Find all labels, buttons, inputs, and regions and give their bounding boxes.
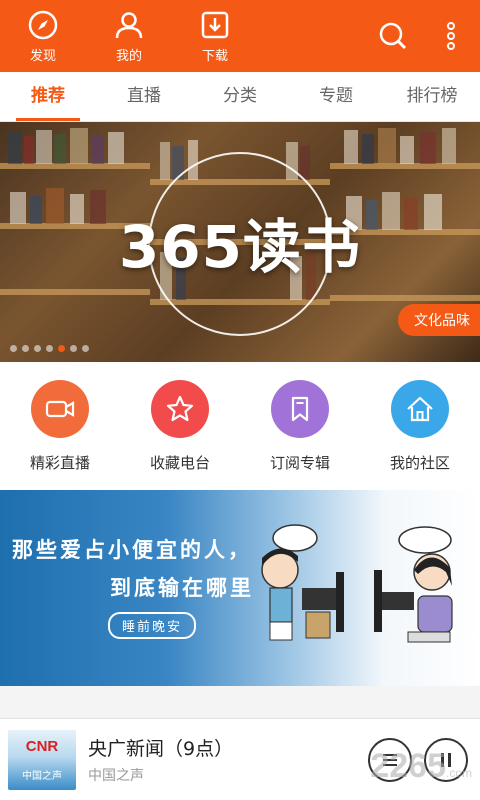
featured-banner[interactable]: 365读书 文化品味: [0, 122, 480, 362]
quick-community-circle: [391, 380, 449, 438]
tab-categories[interactable]: 分类: [192, 72, 288, 121]
quick-subscriptions-circle: [271, 380, 329, 438]
tab-recommend[interactable]: 推荐: [0, 72, 96, 121]
more-button[interactable]: [422, 0, 480, 72]
banner-tag: 文化品味: [398, 304, 480, 336]
home-icon: [407, 396, 433, 422]
promo-headline: 那些爱占小便宜的人，: [12, 538, 252, 562]
tab-topics[interactable]: 专题: [288, 72, 384, 121]
quick-actions: 精彩直播 收藏电台 订阅专辑 我的社区: [0, 362, 480, 490]
search-button[interactable]: [364, 0, 422, 72]
carousel-dot[interactable]: [82, 345, 89, 352]
site-watermark: 2265.com: [370, 747, 472, 786]
tab-live[interactable]: 直播: [96, 72, 192, 121]
nav-mine-label: 我的: [115, 48, 142, 64]
tab-rankings[interactable]: 排行榜: [384, 72, 480, 121]
nav-download-button[interactable]: 下载: [172, 0, 258, 72]
quick-subscriptions-label: 订阅专辑: [269, 454, 330, 472]
nav-discover-label: 发现: [29, 48, 56, 64]
watermark-text: 2265: [370, 747, 446, 785]
quick-live-circle: [31, 380, 89, 438]
user-icon: [115, 11, 143, 38]
carousel-dot-active[interactable]: [58, 345, 65, 352]
carousel-dot[interactable]: [34, 345, 41, 352]
quick-community-button[interactable]: 我的社区: [360, 362, 480, 490]
search-icon: [379, 22, 407, 50]
quick-community-label: 我的社区: [389, 454, 450, 472]
track-title: 央广新闻（9点）: [88, 738, 234, 760]
download-icon: [201, 11, 229, 38]
carousel-dot[interactable]: [10, 345, 17, 352]
quick-subscriptions-button[interactable]: 订阅专辑: [240, 362, 360, 490]
cover-station-name: 中国之声: [22, 770, 62, 782]
track-station: 中国之声: [88, 768, 144, 784]
star-icon: [166, 395, 194, 422]
category-tabs: 推荐 直播 分类 专题 排行榜: [0, 72, 480, 122]
promo-badge: 睡前晚安: [108, 612, 197, 639]
station-cover-art: CNR 中国之声: [8, 729, 76, 790]
quick-favorites-circle: [151, 380, 209, 438]
watermark-suffix: .com: [445, 766, 472, 780]
track-info: 央广新闻（9点） 中国之声: [88, 734, 368, 785]
carousel-dot[interactable]: [22, 345, 29, 352]
bookmark-icon: [291, 396, 309, 422]
top-bar: 发现 我的 下载: [0, 0, 480, 72]
quick-live-label: 精彩直播: [29, 454, 90, 472]
nav-mine-button[interactable]: 我的: [86, 0, 172, 72]
promo-subheadline: 到底输在哪里: [110, 576, 254, 600]
quick-favorites-label: 收藏电台: [149, 454, 210, 472]
nav-discover-button[interactable]: 发现: [0, 0, 86, 72]
banner-title: 365读书: [118, 213, 362, 281]
promo-banner[interactable]: 那些爱占小便宜的人， 到底输在哪里 睡前晚安: [0, 490, 480, 686]
more-vertical-icon: [447, 22, 455, 50]
carousel-dot[interactable]: [46, 345, 53, 352]
nav-download-label: 下载: [201, 48, 228, 64]
quick-live-button[interactable]: 精彩直播: [0, 362, 120, 490]
cartoon-illustration: [261, 524, 453, 643]
carousel-dots: [10, 345, 89, 352]
cover-brand-logo: CNR: [25, 737, 59, 755]
quick-favorites-button[interactable]: 收藏电台: [120, 362, 240, 490]
top-actions: [364, 0, 480, 72]
compass-icon: [28, 10, 58, 39]
carousel-dot[interactable]: [70, 345, 77, 352]
video-camera-icon: [45, 400, 75, 418]
